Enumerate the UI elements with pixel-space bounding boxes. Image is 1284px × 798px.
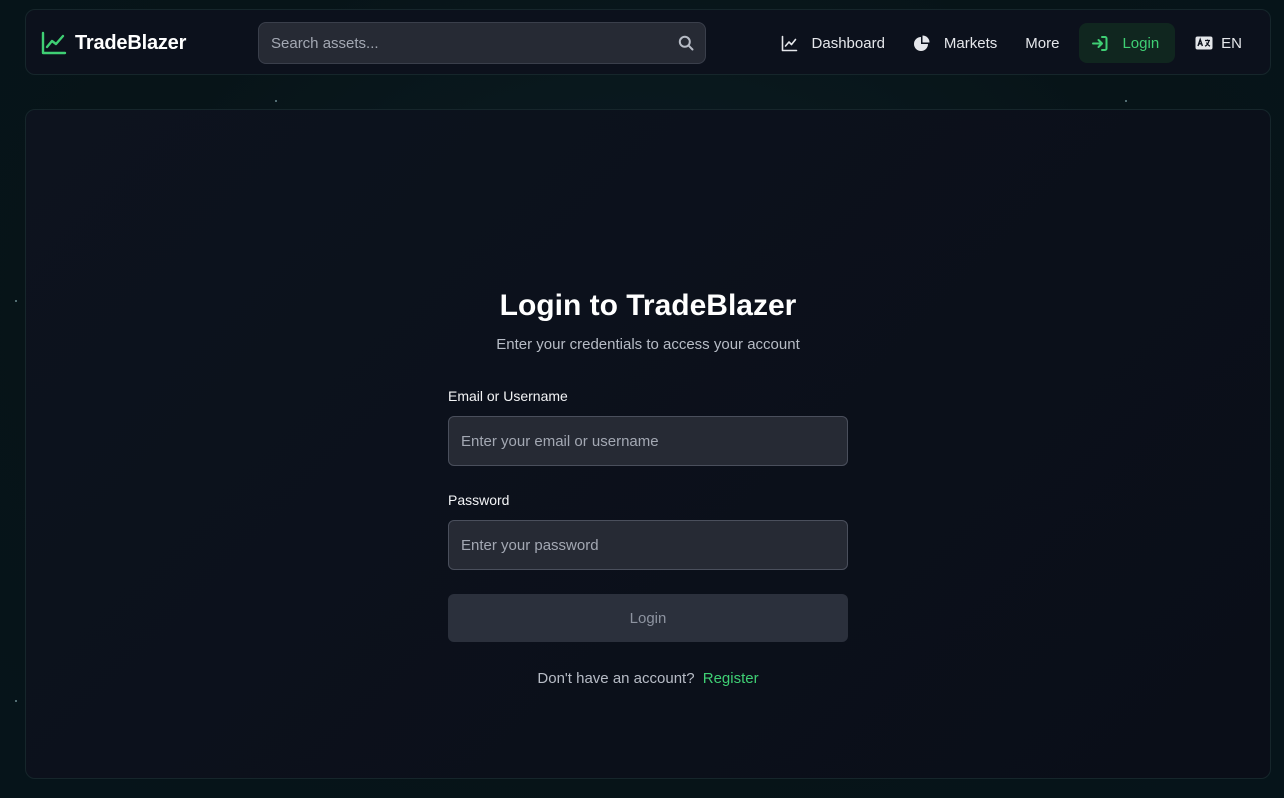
- language-icon: [1195, 36, 1213, 50]
- search-icon[interactable]: [678, 35, 694, 51]
- search-input[interactable]: [259, 23, 705, 63]
- top-navbar: TradeBlazer Dashboard Markets More: [25, 9, 1271, 75]
- nav-markets-label: Markets: [943, 34, 998, 52]
- search-bar: [258, 22, 706, 64]
- brand-name: TradeBlazer: [75, 31, 187, 54]
- sign-in-icon: [1092, 35, 1108, 51]
- register-prompt-row: Don't have an account? Register: [448, 670, 848, 687]
- login-submit-button[interactable]: Login: [448, 594, 848, 642]
- email-field[interactable]: [448, 416, 848, 466]
- background-star: [275, 100, 277, 102]
- main-nav: Dashboard Markets More Login EN: [767, 22, 1256, 64]
- background-star: [15, 300, 17, 302]
- nav-markets[interactable]: Markets: [899, 23, 1011, 63]
- line-chart-icon: [781, 35, 797, 51]
- language-selector[interactable]: EN: [1181, 23, 1256, 63]
- email-label: Email or Username: [448, 388, 568, 404]
- nav-login-label: Login: [1122, 34, 1160, 52]
- background-star: [15, 700, 17, 702]
- background-star: [1125, 100, 1127, 102]
- language-label: EN: [1221, 34, 1242, 52]
- password-label: Password: [448, 492, 510, 508]
- register-prompt-text: Don't have an account?: [537, 670, 695, 687]
- brand-logo[interactable]: TradeBlazer: [41, 30, 186, 56]
- nav-more[interactable]: More: [1011, 23, 1073, 63]
- login-form: Email or Username Password Login Don't h…: [448, 388, 848, 687]
- password-field[interactable]: [448, 520, 848, 570]
- nav-more-label: More: [1025, 34, 1060, 52]
- nav-dashboard-label: Dashboard: [811, 34, 885, 52]
- trend-chart-icon: [41, 31, 67, 55]
- register-link[interactable]: Register: [703, 670, 759, 687]
- page-subtitle: Enter your credentials to access your ac…: [496, 336, 800, 353]
- login-card: Login to TradeBlazer Enter your credenti…: [25, 109, 1271, 779]
- pie-chart-icon: [913, 35, 930, 51]
- nav-login-button[interactable]: Login: [1079, 23, 1176, 63]
- page-title: Login to TradeBlazer: [499, 289, 797, 322]
- nav-dashboard[interactable]: Dashboard: [767, 23, 899, 63]
